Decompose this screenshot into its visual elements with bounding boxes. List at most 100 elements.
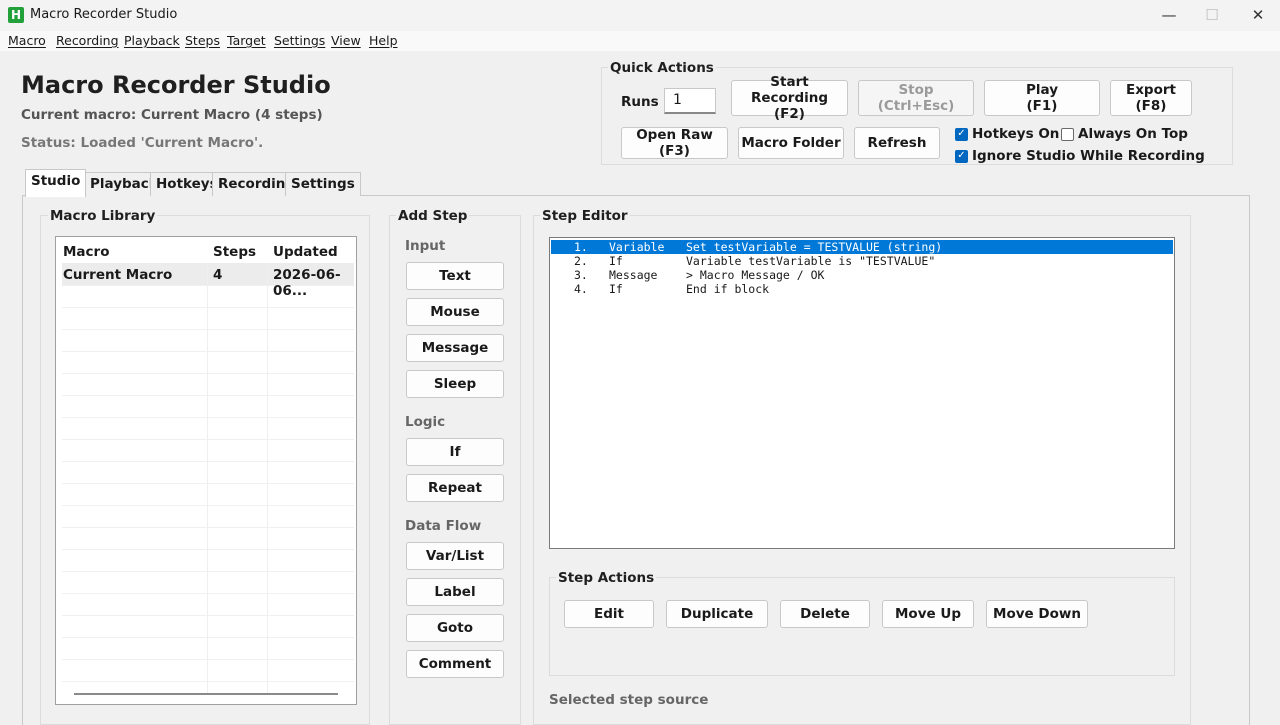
add-step-title: Add Step <box>396 208 470 224</box>
ignore-studio-checkbox[interactable]: ✓ Ignore Studio While Recording <box>955 148 1205 164</box>
edit-step-button[interactable]: Edit <box>564 600 654 628</box>
step-row[interactable]: 1. Variable Set testVariable = TESTVALUE… <box>551 240 1173 254</box>
step-type: Message <box>609 268 658 282</box>
step-row[interactable]: 4. If End if block <box>551 282 1173 296</box>
maximize-button[interactable]: ☐ <box>1189 0 1235 31</box>
step-description: End if block <box>686 282 770 296</box>
export-hotkey: (F8) <box>1135 98 1167 114</box>
menu-playback[interactable]: Playback <box>124 33 180 48</box>
step-row[interactable]: 3. Message > Macro Message / OK <box>551 268 1173 282</box>
column-divider <box>267 263 268 693</box>
row-divider <box>62 593 354 594</box>
start-recording-hotkey: (F2) <box>774 106 805 122</box>
row-divider <box>62 637 354 638</box>
step-description: Set testVariable = TESTVALUE (string) <box>686 240 943 254</box>
macro-folder-button[interactable]: Macro Folder <box>738 127 844 159</box>
always-on-top-checkbox[interactable]: Always On Top <box>1061 126 1188 142</box>
add-if-button[interactable]: If <box>406 438 504 466</box>
cell-updated: 2026-06-06... <box>273 267 341 299</box>
step-editor-title: Step Editor <box>540 208 630 224</box>
row-divider <box>62 417 354 418</box>
add-comment-button[interactable]: Comment <box>406 650 504 678</box>
horizontal-scrollbar[interactable] <box>74 693 338 695</box>
add-label-button[interactable]: Label <box>406 578 504 606</box>
menu-steps[interactable]: Steps <box>185 33 220 48</box>
hotkeys-on-checkbox[interactable]: ✓ Hotkeys On <box>955 126 1059 142</box>
title-bar: H Macro Recorder Studio — ☐ ✕ <box>0 0 1280 31</box>
minimize-button[interactable]: — <box>1146 0 1192 31</box>
checkmark-icon: ✓ <box>955 149 968 163</box>
step-list[interactable]: 1. Variable Set testVariable = TESTVALUE… <box>549 237 1175 549</box>
start-recording-button[interactable]: Start Recording (F2) <box>731 74 848 122</box>
column-header-updated[interactable]: Updated <box>273 244 338 260</box>
step-type: If <box>609 282 623 296</box>
add-repeat-button[interactable]: Repeat <box>406 474 504 502</box>
current-macro-label: Current macro: Current Macro (4 steps) <box>21 107 323 123</box>
dataflow-section-label: Data Flow <box>405 518 482 534</box>
menu-bar: Macro Recording Playback Steps Target Se… <box>0 31 1280 51</box>
add-text-button[interactable]: Text <box>406 262 504 290</box>
open-raw-button[interactable]: Open Raw (F3) <box>621 127 728 159</box>
app-icon: H <box>8 7 24 23</box>
logic-section-label: Logic <box>405 414 446 430</box>
window-title: Macro Recorder Studio <box>30 7 178 22</box>
play-label: Play <box>1025 82 1059 98</box>
add-mouse-button[interactable]: Mouse <box>406 298 504 326</box>
add-step-group <box>389 215 521 725</box>
export-button[interactable]: Export (F8) <box>1110 80 1192 116</box>
row-divider <box>62 527 354 528</box>
close-button[interactable]: ✕ <box>1235 0 1280 31</box>
macro-library-title: Macro Library <box>48 208 158 224</box>
input-section-label: Input <box>405 238 446 254</box>
column-header-steps[interactable]: Steps <box>213 244 256 260</box>
cell-macro-name: Current Macro <box>63 267 173 283</box>
checkmark-icon: ✓ <box>955 127 968 141</box>
play-button[interactable]: Play (F1) <box>984 80 1100 116</box>
add-sleep-button[interactable]: Sleep <box>406 370 504 398</box>
open-raw-hotkey: (F3) <box>659 143 690 159</box>
move-down-button[interactable]: Move Down <box>986 600 1088 628</box>
ignore-studio-label: Ignore Studio While Recording <box>972 148 1205 164</box>
add-goto-button[interactable]: Goto <box>406 614 504 642</box>
row-divider <box>62 351 354 352</box>
tab-settings[interactable]: Settings <box>285 172 361 196</box>
start-recording-label: Start Recording <box>750 74 829 106</box>
runs-input[interactable]: 1 <box>664 88 716 114</box>
step-number: 1. <box>574 240 588 254</box>
step-row[interactable]: 2. If Variable testVariable is "TESTVALU… <box>551 254 1173 268</box>
cell-step-count: 4 <box>213 267 223 283</box>
add-message-button[interactable]: Message <box>406 334 504 362</box>
move-up-button[interactable]: Move Up <box>882 600 974 628</box>
row-divider <box>62 483 354 484</box>
stop-hotkey: (Ctrl+Esc) <box>877 98 955 114</box>
tab-studio[interactable]: Studio <box>25 169 87 197</box>
delete-step-button[interactable]: Delete <box>780 600 870 628</box>
selected-step-source-label: Selected step source <box>549 692 709 708</box>
menu-recording[interactable]: Recording <box>56 33 119 48</box>
menu-target[interactable]: Target <box>227 33 266 48</box>
hotkeys-on-label: Hotkeys On <box>972 126 1060 142</box>
menu-help[interactable]: Help <box>369 33 398 48</box>
row-divider <box>62 307 354 308</box>
export-label: Export <box>1126 82 1176 98</box>
row-divider <box>62 329 354 330</box>
menu-settings[interactable]: Settings <box>274 33 325 48</box>
refresh-button[interactable]: Refresh <box>854 127 940 159</box>
runs-label: Runs <box>621 94 659 110</box>
page-title: Macro Recorder Studio <box>21 71 331 99</box>
duplicate-step-button[interactable]: Duplicate <box>666 600 768 628</box>
step-description: Variable testVariable is "TESTVALUE" <box>686 254 936 268</box>
menu-macro[interactable]: Macro <box>8 33 46 48</box>
row-divider <box>62 395 354 396</box>
stop-button[interactable]: Stop (Ctrl+Esc) <box>858 80 974 116</box>
step-number: 2. <box>574 254 588 268</box>
row-divider <box>62 505 354 506</box>
column-header-macro[interactable]: Macro <box>63 244 109 260</box>
menu-view[interactable]: View <box>331 33 361 48</box>
step-description: > Macro Message / OK <box>686 268 825 282</box>
macro-library-list[interactable]: Macro Steps Updated Current Macro 4 2026… <box>55 236 357 705</box>
add-varlist-button[interactable]: Var/List <box>406 542 504 570</box>
step-type: Variable <box>609 240 665 254</box>
row-divider <box>62 659 354 660</box>
status-text: Status: Loaded 'Current Macro'. <box>21 135 264 151</box>
